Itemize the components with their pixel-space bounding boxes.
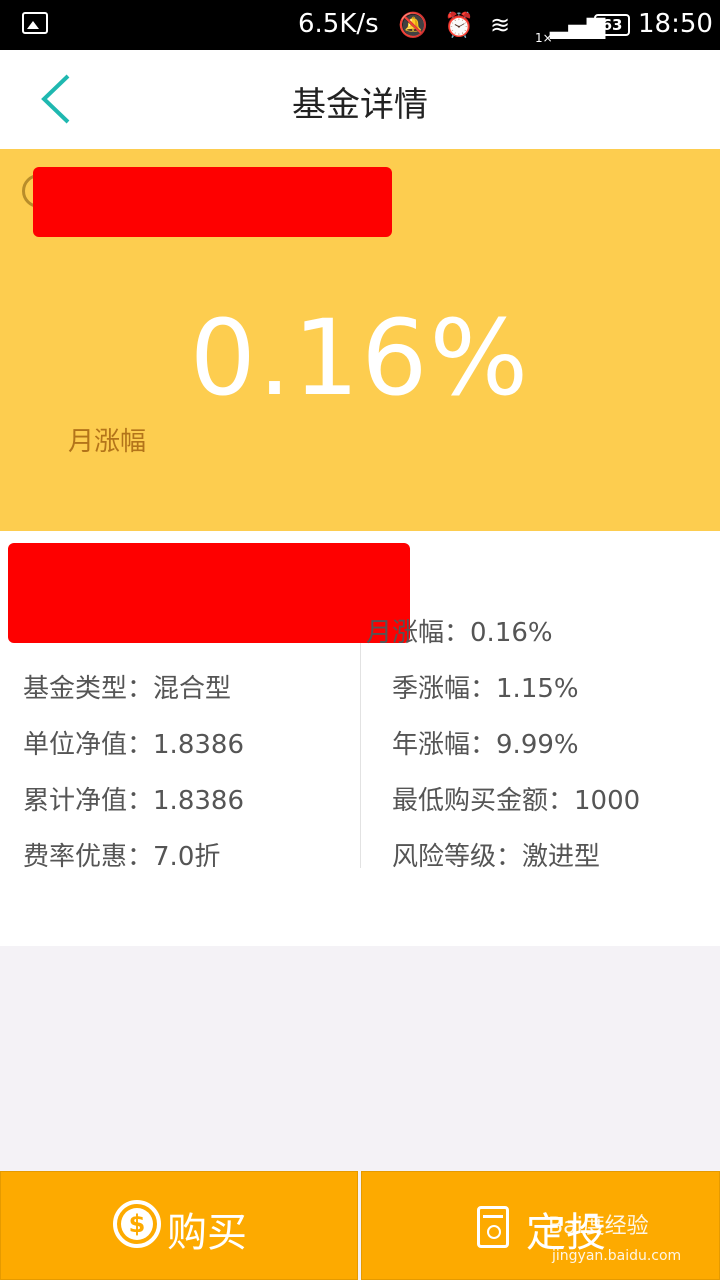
battery-icon: 63: [594, 14, 630, 36]
detail-unit-nav: 单位净值：1.8386: [23, 730, 244, 760]
detail-quarterly-return: 季涨幅：1.15%: [392, 674, 579, 704]
redacted-fund-name: [33, 167, 392, 237]
detail-fee-discount: 费率优惠：7.0折: [23, 842, 221, 872]
network-speed: 6.5K/s: [298, 9, 379, 39]
status-bar: 6.5K/s 🔕 ⏰ ≋ 1× ▂▄▆ 63 18:50: [0, 0, 720, 50]
image-icon: [22, 12, 48, 34]
spacer-band: [0, 888, 720, 946]
column-divider: [360, 643, 361, 868]
detail-cumulative-nav: 累计净值：1.8386: [23, 786, 244, 816]
alarm-icon: ⏰: [444, 11, 474, 39]
monthly-return-value: 0.16%: [189, 297, 531, 419]
monthly-return-label: 月涨幅: [68, 427, 147, 457]
detail-annual-return: 年涨幅：9.99%: [392, 730, 579, 760]
redacted-fund-code: [8, 543, 410, 643]
header-bar: 基金详情: [0, 50, 720, 149]
detail-min-purchase: 最低购买金额：1000: [392, 786, 641, 816]
detail-monthly-return: 月涨幅：0.16%: [366, 618, 553, 648]
watermark-url: jingyan.baidu.com: [552, 1248, 682, 1264]
mute-icon: 🔕: [398, 11, 428, 39]
buy-button[interactable]: $ 购买: [0, 1171, 358, 1280]
watermark-logo: Bai度经验: [548, 1214, 649, 1239]
clock: 18:50: [638, 9, 713, 39]
return-hero-panel: 0.16% 月涨幅: [0, 149, 720, 531]
dollar-coin-icon: $: [113, 1200, 161, 1248]
detail-fund-type: 基金类型：混合型: [23, 674, 232, 704]
wifi-icon: ≋: [490, 11, 511, 39]
detail-risk-level: 风险等级：激进型: [392, 842, 601, 872]
calendar-clock-icon: [477, 1206, 509, 1248]
page-title: 基金详情: [292, 85, 428, 125]
fund-details-panel: 基金类型：混合型 单位净值：1.8386 累计净值：1.8386 费率优惠：7.…: [0, 531, 720, 889]
buy-button-label: 购买: [167, 1210, 247, 1256]
